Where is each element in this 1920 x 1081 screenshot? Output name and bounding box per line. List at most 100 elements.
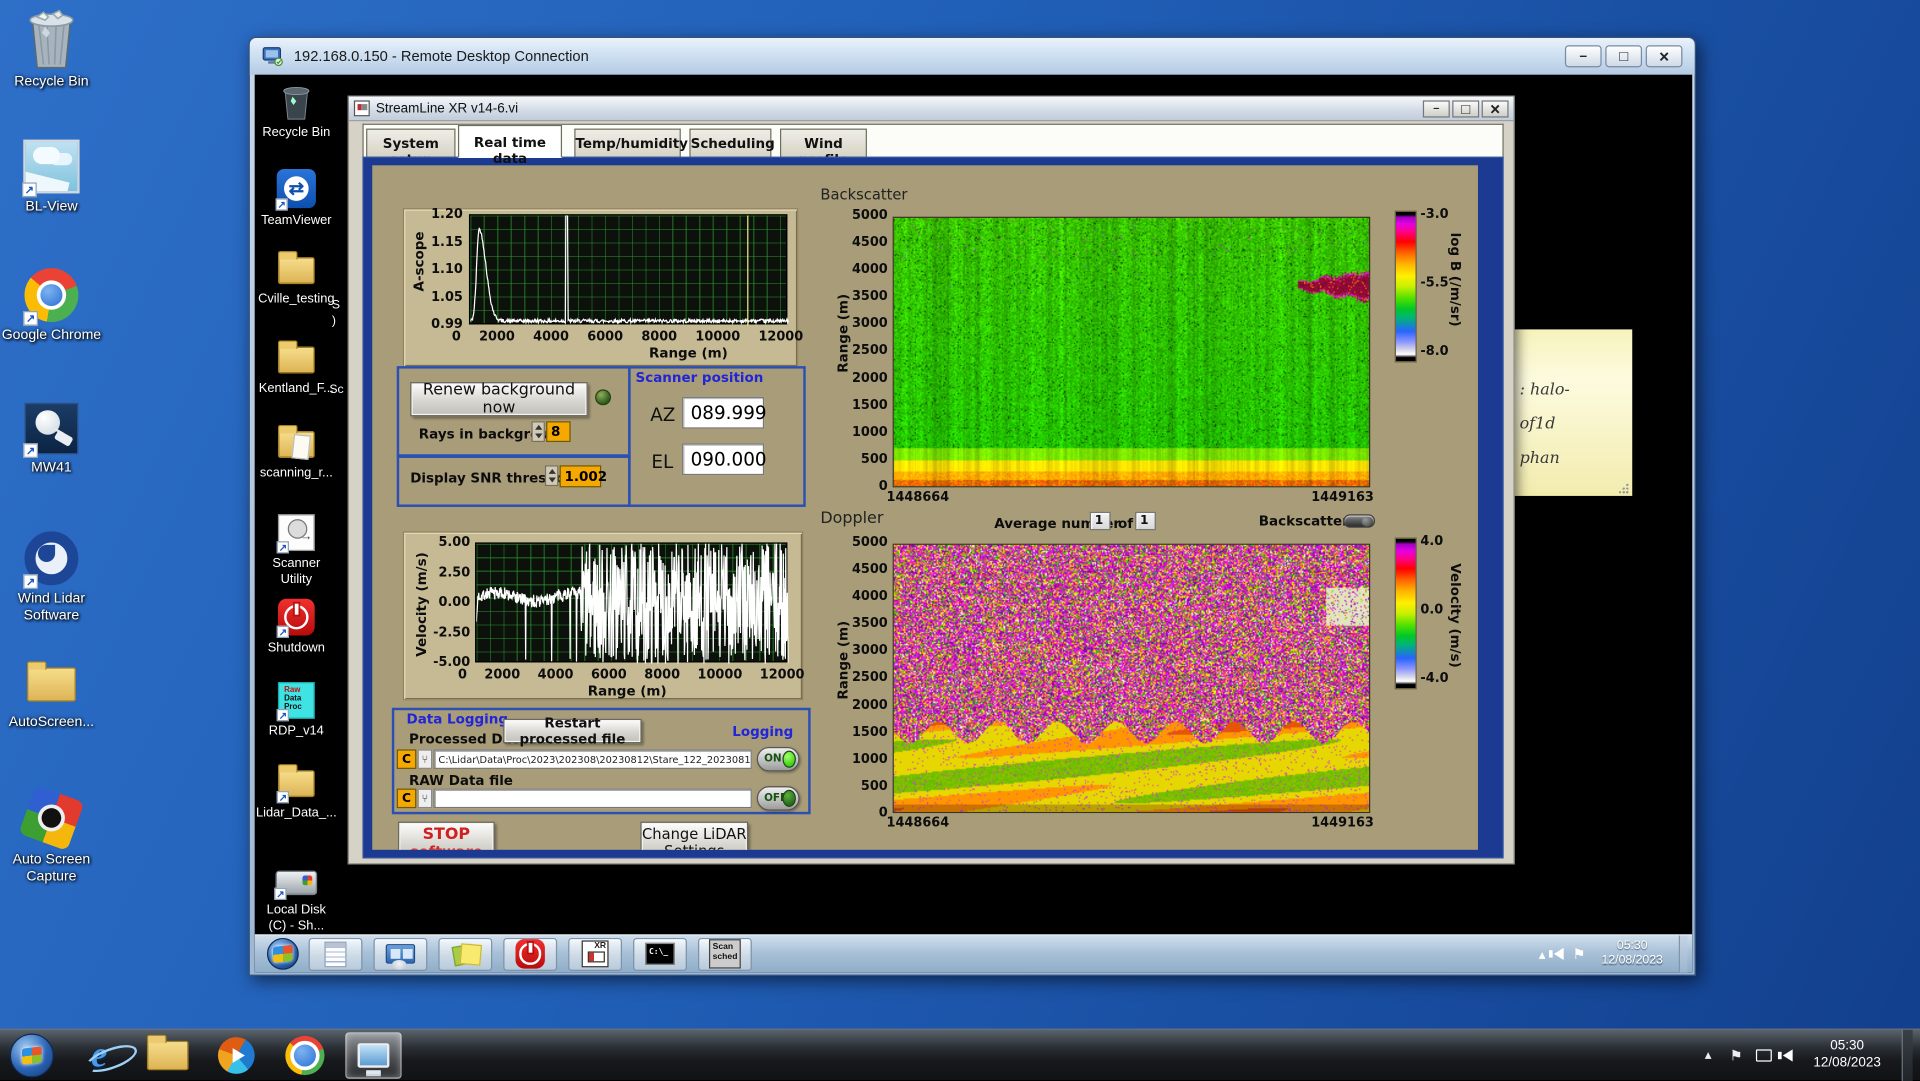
rays-spinner[interactable] bbox=[531, 421, 545, 443]
remote-icon-shutdown[interactable]: Shutdown bbox=[257, 598, 335, 656]
close-button[interactable] bbox=[1481, 99, 1509, 117]
remote-icon-kentland[interactable]: Kentland_F... bbox=[257, 340, 335, 396]
desktop-icon-google-chrome[interactable]: Google Chrome bbox=[0, 266, 103, 345]
snr-value-field[interactable]: 1.002 bbox=[559, 465, 607, 488]
stop-software-button[interactable]: STOP software bbox=[397, 821, 495, 850]
az-value-field[interactable]: 089.999 bbox=[682, 396, 767, 429]
average-of-field[interactable]: 1 bbox=[1135, 511, 1156, 531]
network-icon[interactable] bbox=[1755, 1048, 1772, 1062]
backscatter-x-range: 1448664 1449163 bbox=[887, 490, 1374, 505]
task-windows-explorer[interactable] bbox=[140, 1032, 196, 1079]
remote-task-sticky-notes[interactable] bbox=[438, 937, 493, 971]
remote-task-xr-app[interactable]: XR bbox=[568, 937, 623, 971]
streamline-titlebar[interactable]: StreamLine XR v14-6.vi bbox=[348, 96, 1514, 122]
tick-label: 4000 bbox=[533, 329, 569, 345]
tab-wind-profile[interactable]: Wind profile bbox=[780, 128, 867, 168]
note-resize-grip[interactable] bbox=[1618, 483, 1629, 494]
renew-background-button[interactable]: Renew background now bbox=[410, 381, 588, 418]
desktop-icon-wind-lidar[interactable]: Wind Lidar Software bbox=[0, 529, 103, 625]
volume-icon[interactable] bbox=[1777, 1048, 1793, 1062]
front-panel-border: A-scope 1.20 1.15 1.10 1.05 0.99 0 2000 4000 60… bbox=[362, 156, 1504, 859]
start-button[interactable] bbox=[9, 1032, 54, 1077]
restart-processed-file-button[interactable]: Restart processed file bbox=[503, 715, 642, 747]
remote-task-command-prompt[interactable]: C:\_ bbox=[633, 937, 687, 971]
minimize-button[interactable] bbox=[1422, 99, 1450, 117]
raw-path-field[interactable] bbox=[433, 788, 752, 809]
raw-logging-switch[interactable]: OFF bbox=[756, 786, 800, 811]
remote-icon-rdp-v14[interactable]: RawDataProc RDP_v14 bbox=[257, 681, 335, 739]
average-number-field[interactable]: 1 bbox=[1089, 511, 1111, 531]
task-remote-desktop-active[interactable] bbox=[345, 1031, 402, 1079]
velocity-chart: Velocity (m/s) 5.00 2.50 0.00 -2.50 -5.00 02… bbox=[402, 531, 804, 701]
remote-icon-cville-testing[interactable]: Cville_testing bbox=[257, 251, 335, 306]
remote-clock-date: 12/08/2023 bbox=[1601, 953, 1663, 968]
tab-system-setup[interactable]: System setup bbox=[366, 128, 456, 168]
scan-sched-icon: Scan sched bbox=[708, 939, 741, 969]
processed-logging-switch[interactable]: ON bbox=[756, 746, 800, 772]
drive-letter-box[interactable]: C bbox=[396, 749, 417, 769]
hidden-icons-chevron[interactable] bbox=[1539, 943, 1546, 965]
backscatter-toggle[interactable] bbox=[1343, 514, 1376, 528]
remote-icon-scanner-utility[interactable]: Scanner Utility bbox=[257, 513, 335, 587]
sticky-notes-icon bbox=[453, 943, 477, 965]
action-center-flag-icon[interactable] bbox=[1572, 943, 1585, 965]
show-desktop-button[interactable] bbox=[1901, 1029, 1913, 1081]
processed-path-field[interactable]: C:\Lidar\Data\Proc\2023\202308\20230812\… bbox=[433, 749, 752, 769]
remote-start-button[interactable] bbox=[266, 937, 299, 970]
tab-temp-humidity[interactable]: Temp/humidity bbox=[574, 128, 688, 158]
tick-label: 2000 bbox=[851, 370, 888, 386]
drive-letter-box[interactable]: C bbox=[396, 788, 417, 809]
maximize-button[interactable] bbox=[1452, 99, 1480, 117]
tick-label: 4500 bbox=[851, 235, 888, 250]
desktop-icon-mw41[interactable]: MW41 bbox=[0, 400, 103, 477]
task-chrome[interactable] bbox=[277, 1032, 333, 1079]
el-value-field[interactable]: 090.000 bbox=[682, 443, 767, 476]
volume-icon[interactable] bbox=[1549, 947, 1564, 960]
remote-task-scan-sched[interactable]: Scan sched bbox=[697, 937, 752, 971]
action-center-flag-icon[interactable] bbox=[1728, 1046, 1745, 1063]
remote-icon-scanning[interactable]: scanning_r... bbox=[257, 424, 335, 480]
remote-icon-label: Local Disk (C) - Sh... bbox=[266, 902, 326, 933]
tick-label: 12000 bbox=[758, 329, 804, 345]
hidden-icons-chevron[interactable] bbox=[1700, 1047, 1717, 1063]
screen-capture-icon bbox=[18, 785, 85, 851]
remote-icon-label: scanning_r... bbox=[259, 465, 333, 480]
task-media-player[interactable] bbox=[208, 1032, 264, 1079]
backscatter-colorbar bbox=[1394, 210, 1417, 363]
shortcut-arrow-icon bbox=[23, 443, 38, 458]
desktop-icon-bl-view[interactable]: BL-View bbox=[0, 137, 103, 216]
change-lidar-settings-button[interactable]: Change LiDAR Settings bbox=[640, 821, 749, 850]
remote-icon-local-disk[interactable]: Local Disk (C) - Sh... bbox=[257, 867, 335, 933]
tick-label: 0.0 bbox=[1420, 602, 1444, 618]
desktop-icon-label: BL-View bbox=[25, 199, 78, 215]
minimize-button[interactable] bbox=[1564, 45, 1602, 68]
remote-show-desktop-button[interactable] bbox=[1678, 934, 1688, 973]
remote-clock-time: 05:30 bbox=[1616, 939, 1648, 953]
command-prompt-icon: C:\_ bbox=[645, 942, 675, 965]
remote-clock[interactable]: 05:30 12/08/2023 bbox=[1594, 939, 1670, 968]
remote-task-shutdown[interactable] bbox=[503, 937, 558, 971]
rays-value-field[interactable]: 8 bbox=[546, 421, 571, 443]
task-internet-explorer[interactable]: e bbox=[71, 1032, 127, 1079]
path-browse-icon[interactable] bbox=[417, 788, 433, 809]
clock[interactable]: 05:30 12/08/2023 bbox=[1804, 1038, 1891, 1072]
remote-desktop-icon bbox=[357, 1042, 390, 1068]
rdp-titlebar[interactable]: 192.168.0.150 - Remote Desktop Connectio… bbox=[249, 37, 1695, 75]
remote-task-control-panel[interactable] bbox=[373, 937, 428, 971]
remote-icon-label: Scanner Utility bbox=[272, 555, 321, 587]
snr-spinner[interactable] bbox=[544, 465, 559, 487]
desktop-icon-autoscreen[interactable]: AutoScreen... bbox=[0, 658, 103, 732]
maximize-button[interactable] bbox=[1605, 45, 1643, 68]
tab-real-time-data[interactable]: Real time data bbox=[457, 124, 563, 167]
remote-task-notepad[interactable] bbox=[308, 937, 363, 971]
remote-icon-teamviewer[interactable]: TeamViewer bbox=[257, 168, 335, 229]
clock-date: 12/08/2023 bbox=[1813, 1054, 1881, 1070]
remote-icon-lidar-data[interactable]: Lidar_Data_... bbox=[256, 764, 337, 821]
desktop-icon-auto-screen-capture[interactable]: Auto Screen Capture bbox=[0, 785, 103, 886]
remote-icon-recycle-bin[interactable]: Recycle Bin bbox=[257, 82, 335, 140]
mw41-icon bbox=[23, 400, 79, 458]
tab-scheduling[interactable]: Scheduling bbox=[689, 128, 775, 158]
path-browse-icon[interactable] bbox=[417, 749, 433, 769]
close-button[interactable] bbox=[1645, 45, 1683, 68]
desktop-icon-recycle-bin[interactable]: Recycle Bin bbox=[0, 7, 103, 91]
